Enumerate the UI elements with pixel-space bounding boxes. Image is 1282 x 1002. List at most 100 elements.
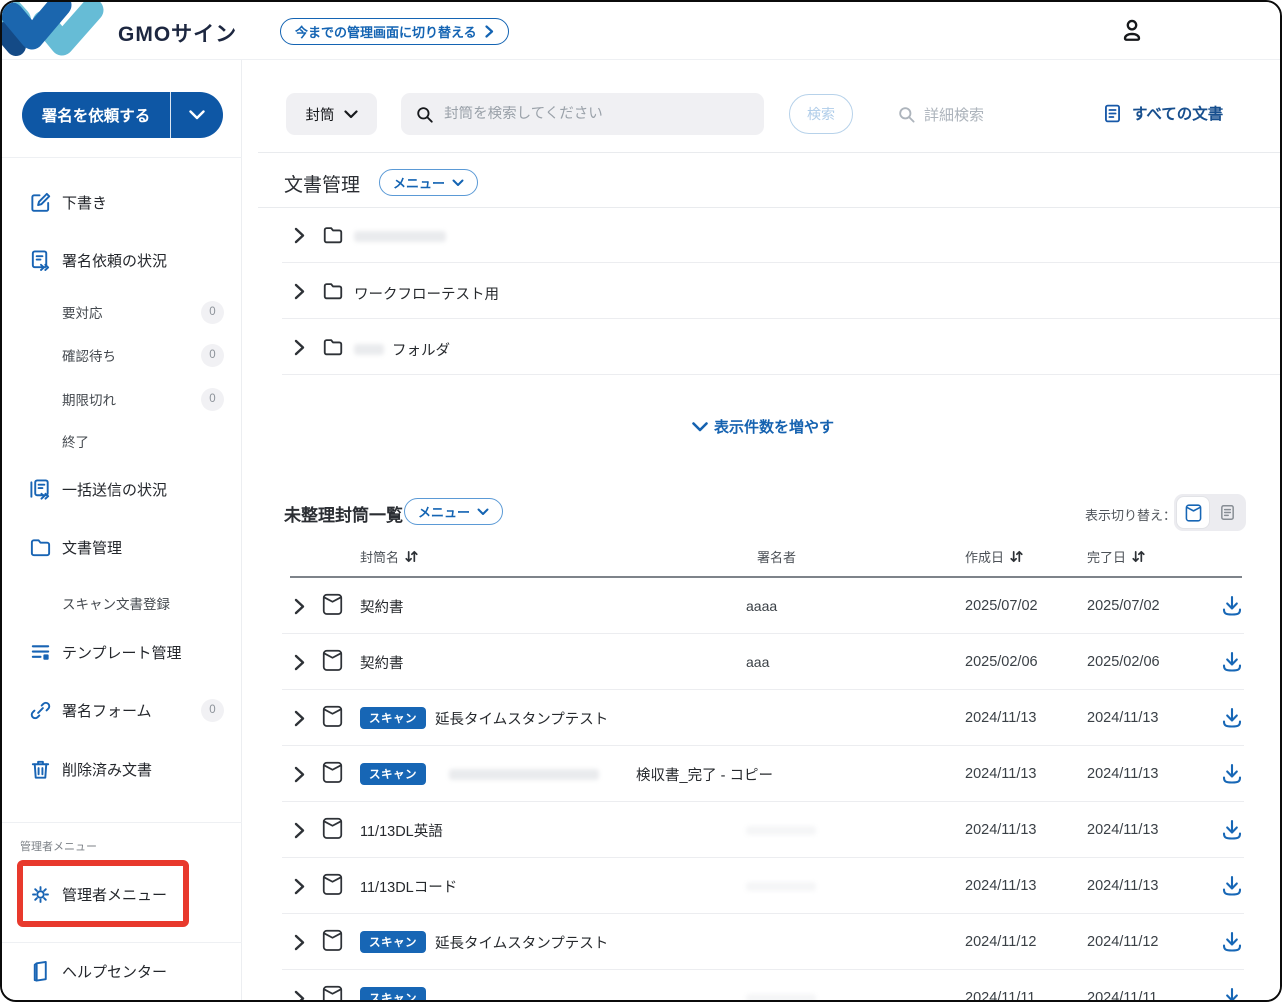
envelope-row[interactable]: 契約書aaa2025/02/062025/02/06: [242, 634, 1282, 690]
sidebar-item[interactable]: 削除済み文書: [2, 755, 242, 783]
list-view-button[interactable]: [1211, 497, 1243, 528]
download-icon[interactable]: [1220, 874, 1244, 898]
sidebar-item-label: 下書き: [62, 192, 107, 213]
expand-chevron-icon[interactable]: [292, 710, 307, 727]
completed-date: 2024/11/13: [1087, 822, 1159, 838]
sidebar-item[interactable]: 要対応0: [2, 298, 242, 326]
show-more-button[interactable]: 表示件数を増やす: [692, 416, 834, 437]
expand-chevron-icon[interactable]: [292, 822, 307, 839]
sidebar-divider: [2, 157, 242, 158]
expand-chevron-icon[interactable]: [292, 283, 307, 300]
redacted-text: [354, 231, 446, 242]
column-label: 封筒名: [360, 547, 399, 566]
sort-icon[interactable]: [1131, 549, 1146, 564]
column-header[interactable]: 作成日: [965, 547, 1024, 566]
divider: [258, 152, 1282, 153]
envelope-list-menu-button[interactable]: メニュー: [404, 498, 503, 525]
expand-chevron-icon[interactable]: [292, 339, 307, 356]
user-account-icon[interactable]: [1118, 17, 1146, 45]
download-icon[interactable]: [1220, 762, 1244, 786]
column-header[interactable]: 完了日: [1087, 547, 1146, 566]
search-input[interactable]: [444, 106, 750, 122]
download-icon[interactable]: [1220, 818, 1244, 842]
sidebar-item-label: 終了: [62, 431, 89, 451]
advanced-search-button[interactable]: 詳細検索: [897, 104, 984, 125]
envelope-row[interactable]: 11/13DL英語2024/11/132024/11/13: [242, 802, 1282, 858]
logo-text: GMOサイン: [118, 18, 237, 48]
sidebar-item[interactable]: 文書管理: [2, 533, 242, 561]
column-label: 署名者: [757, 547, 796, 566]
envelope-icon: [322, 705, 343, 729]
top-header: GMOサイン 今までの管理画面に切り替える: [2, 2, 1280, 60]
scan-badge: スキャン: [360, 931, 426, 953]
envelope-row[interactable]: スキャン延長タイムスタンプテスト2024/11/132024/11/13: [242, 690, 1282, 746]
divider: [282, 374, 1282, 375]
search-type-dropdown[interactable]: 封筒: [286, 93, 377, 135]
search-button[interactable]: 検索: [789, 94, 853, 134]
sidebar-item[interactable]: テンプレート管理: [2, 638, 242, 666]
request-signature-label: 署名を依頼する: [22, 92, 171, 138]
expand-chevron-icon[interactable]: [292, 934, 307, 951]
view-toggle-label: 表示切り替え：: [1085, 505, 1176, 524]
envelope-row[interactable]: 契約書aaaa2025/07/022025/07/02: [242, 578, 1282, 634]
folder-name: フォルダ: [392, 339, 450, 360]
envelope-row[interactable]: スキャン延長タイムスタンプテスト2024/11/122024/11/12: [242, 914, 1282, 970]
sidebar-item[interactable]: 終了: [2, 427, 242, 455]
envelope-name: 11/13DL英語: [360, 820, 443, 841]
envelope-icon: [1185, 503, 1202, 523]
switch-admin-screen-button[interactable]: 今までの管理画面に切り替える: [280, 18, 509, 45]
sidebar-item[interactable]: 署名依頼の状況: [2, 246, 242, 274]
sidebar-item-help-center[interactable]: ヘルプセンター: [2, 957, 242, 985]
redacted-text: [354, 344, 384, 355]
folder-icon: [29, 536, 52, 559]
expand-chevron-icon[interactable]: [292, 654, 307, 671]
chevron-right-icon: [485, 25, 494, 38]
envelope-list-title: 未整理封筒一覧: [284, 501, 403, 526]
chevron-down-icon: [452, 179, 464, 187]
folder-row[interactable]: フォルダ: [242, 319, 1282, 375]
document-management-menu-button[interactable]: メニュー: [379, 169, 478, 196]
sort-icon[interactable]: [1009, 549, 1024, 564]
advanced-search-label: 詳細検索: [924, 104, 984, 125]
chevron-down-icon: [692, 422, 708, 432]
redacted-text: [449, 769, 599, 780]
sidebar-item-label: テンプレート管理: [62, 642, 182, 663]
download-icon[interactable]: [1220, 930, 1244, 954]
download-icon[interactable]: [1220, 706, 1244, 730]
folder-row[interactable]: [242, 207, 1282, 263]
envelope-row[interactable]: 11/13DLコード2024/11/132024/11/13: [242, 858, 1282, 914]
envelope-view-button[interactable]: [1177, 497, 1209, 528]
expand-chevron-icon[interactable]: [292, 598, 307, 615]
view-toggle-group: [1174, 494, 1246, 531]
expand-chevron-icon[interactable]: [292, 878, 307, 895]
column-header[interactable]: 封筒名: [360, 547, 419, 566]
folder-icon: [322, 224, 344, 246]
sidebar-item[interactable]: 期限切れ0: [2, 385, 242, 413]
scan-badge: スキャン: [360, 763, 426, 785]
envelope-row[interactable]: スキャン検収書_完了 - コピー2024/11/132024/11/13: [242, 746, 1282, 802]
sidebar-item[interactable]: スキャン文書登録: [2, 589, 242, 617]
expand-chevron-icon[interactable]: [292, 990, 307, 1002]
count-badge: 0: [201, 344, 224, 367]
request-signature-dropdown[interactable]: [171, 92, 223, 138]
folder-row[interactable]: ワークフローテスト用: [242, 263, 1282, 319]
created-date: 2024/11/11: [965, 990, 1035, 1002]
sort-icon[interactable]: [404, 549, 419, 564]
envelope-icon: [322, 873, 343, 897]
sidebar-item[interactable]: 署名フォーム0: [2, 696, 242, 724]
sidebar-item-admin-menu[interactable]: 管理者メニュー: [2, 880, 242, 908]
download-icon[interactable]: [1220, 650, 1244, 674]
download-icon[interactable]: [1220, 986, 1244, 1002]
chevron-down-icon: [344, 110, 358, 119]
sidebar-item[interactable]: 一括送信の状況: [2, 475, 242, 503]
expand-chevron-icon[interactable]: [292, 227, 307, 244]
show-more-label: 表示件数を増やす: [714, 416, 834, 437]
request-signature-button[interactable]: 署名を依頼する: [22, 92, 223, 138]
envelope-row[interactable]: スキャン2024/11/112024/11/11: [242, 970, 1282, 1002]
download-icon[interactable]: [1220, 594, 1244, 618]
sidebar-item[interactable]: 確認待ち0: [2, 341, 242, 369]
envelope-table-rows: 契約書aaaa2025/07/022025/07/02契約書aaa2025/02…: [242, 578, 1282, 1002]
sidebar-item[interactable]: 下書き: [2, 188, 242, 216]
expand-chevron-icon[interactable]: [292, 766, 307, 783]
all-documents-button[interactable]: すべての文書: [1102, 102, 1223, 124]
